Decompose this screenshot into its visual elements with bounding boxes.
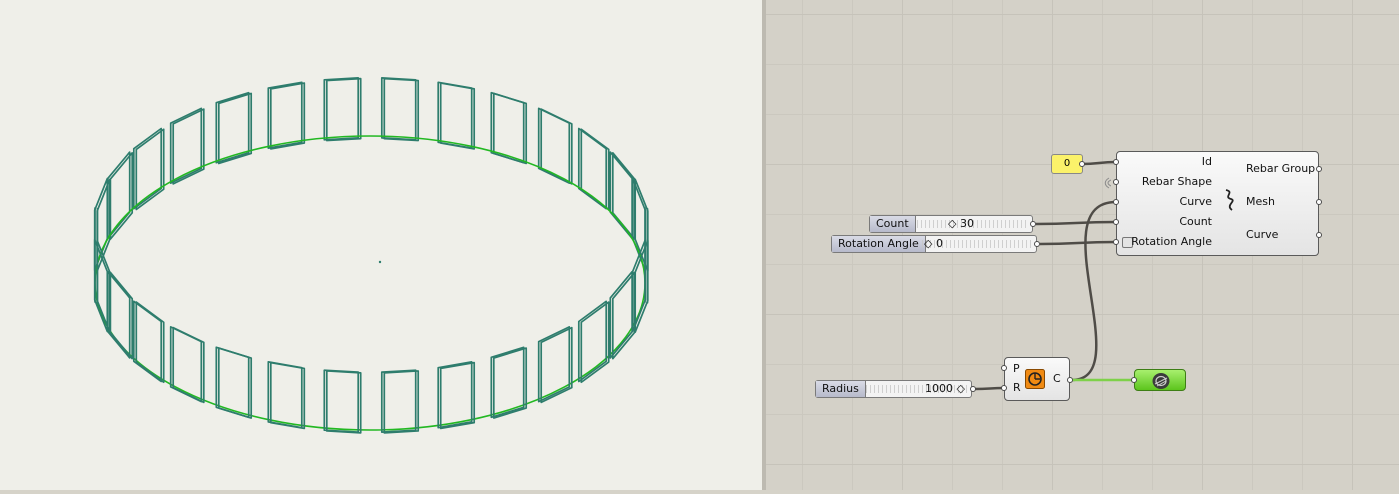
viewport-scene bbox=[93, 77, 649, 434]
origin-point bbox=[378, 260, 382, 264]
circle-icon bbox=[1025, 369, 1045, 389]
rotation-slider-grip[interactable] bbox=[1034, 241, 1040, 247]
id-panel-value: 0 bbox=[1063, 158, 1071, 169]
rebar-loop bbox=[267, 361, 306, 430]
rebar-wave-icon bbox=[1225, 189, 1234, 211]
count-slider-grip[interactable] bbox=[1030, 221, 1036, 227]
rebar-loop bbox=[609, 151, 636, 240]
input-count: Count bbox=[1179, 215, 1212, 228]
count-slider-value: ◇ 30 bbox=[948, 217, 974, 230]
radius-slider-name: Radius bbox=[816, 381, 866, 397]
rebar-loop bbox=[380, 369, 420, 434]
rebar-group-component[interactable]: Id Rebar Shape Curve Count Rotation Angl… bbox=[1116, 151, 1319, 256]
radius-slider[interactable]: Radius 1000 ◇ bbox=[815, 380, 972, 398]
grip-count-in[interactable] bbox=[1113, 219, 1119, 225]
rebar-loop bbox=[380, 77, 420, 142]
rebar-loop bbox=[609, 270, 636, 360]
grip-mesh-out[interactable] bbox=[1316, 199, 1322, 205]
rebar-loop bbox=[169, 326, 205, 404]
grip-rotation-in[interactable] bbox=[1113, 239, 1119, 245]
rebar-loop bbox=[537, 107, 573, 185]
rhino-viewport[interactable] bbox=[0, 0, 762, 490]
grip-radius-in[interactable] bbox=[1001, 385, 1007, 391]
rebar-loop bbox=[437, 81, 476, 150]
preview-mesh-icon bbox=[1152, 373, 1170, 389]
output-rebar-group: Rebar Group bbox=[1246, 162, 1316, 175]
rebar-loop bbox=[267, 81, 306, 150]
rebar-loop bbox=[437, 361, 476, 430]
radius-slider-grip[interactable] bbox=[970, 386, 976, 392]
output-mesh: Mesh bbox=[1246, 195, 1275, 208]
rotation-angle-slider[interactable]: Rotation Angle ◇ 0 bbox=[831, 235, 1037, 253]
grip-preview-in[interactable] bbox=[1131, 377, 1137, 383]
rebar-loop bbox=[132, 127, 165, 211]
rebar-loop bbox=[107, 151, 134, 240]
grip-curve-out[interactable] bbox=[1316, 232, 1322, 238]
output-circle: C bbox=[1053, 372, 1061, 385]
input-rebar-shape: Rebar Shape bbox=[1141, 175, 1212, 188]
grip-rebar-group-out[interactable] bbox=[1316, 166, 1322, 172]
rebar-loop bbox=[577, 300, 610, 384]
rotation-slider-name: Rotation Angle bbox=[832, 236, 926, 252]
output-curve: Curve bbox=[1246, 228, 1279, 241]
rebar-loop bbox=[107, 270, 134, 360]
input-id: Id bbox=[1201, 155, 1212, 168]
input-rotation-angle: Rotation Angle bbox=[1131, 235, 1212, 248]
rebar-loop bbox=[490, 346, 528, 419]
rebar-loop bbox=[323, 77, 362, 142]
rebar-loop bbox=[215, 91, 253, 165]
count-slider-name: Count bbox=[870, 216, 916, 232]
input-radius: R bbox=[1013, 381, 1021, 394]
id-panel-output-grip[interactable] bbox=[1079, 161, 1085, 167]
input-curve: Curve bbox=[1179, 195, 1212, 208]
grip-curve-in[interactable] bbox=[1113, 199, 1119, 205]
count-slider[interactable]: Count ◇ 30 bbox=[869, 215, 1033, 233]
radius-slider-value: 1000 ◇ bbox=[925, 382, 965, 395]
custom-preview-component[interactable] bbox=[1134, 369, 1186, 391]
grip-circle-out[interactable] bbox=[1067, 377, 1073, 383]
rebar-loop bbox=[323, 369, 362, 434]
grip-id-in[interactable] bbox=[1113, 159, 1119, 165]
circle-component[interactable]: P R C bbox=[1004, 357, 1070, 401]
rotation-slider-value: ◇ 0 bbox=[924, 237, 943, 250]
wifi-indicator-icon bbox=[1104, 177, 1111, 189]
grip-rebar-shape-in[interactable] bbox=[1113, 179, 1119, 185]
grip-plane-in[interactable] bbox=[1001, 365, 1007, 371]
input-plane: P bbox=[1013, 362, 1020, 375]
